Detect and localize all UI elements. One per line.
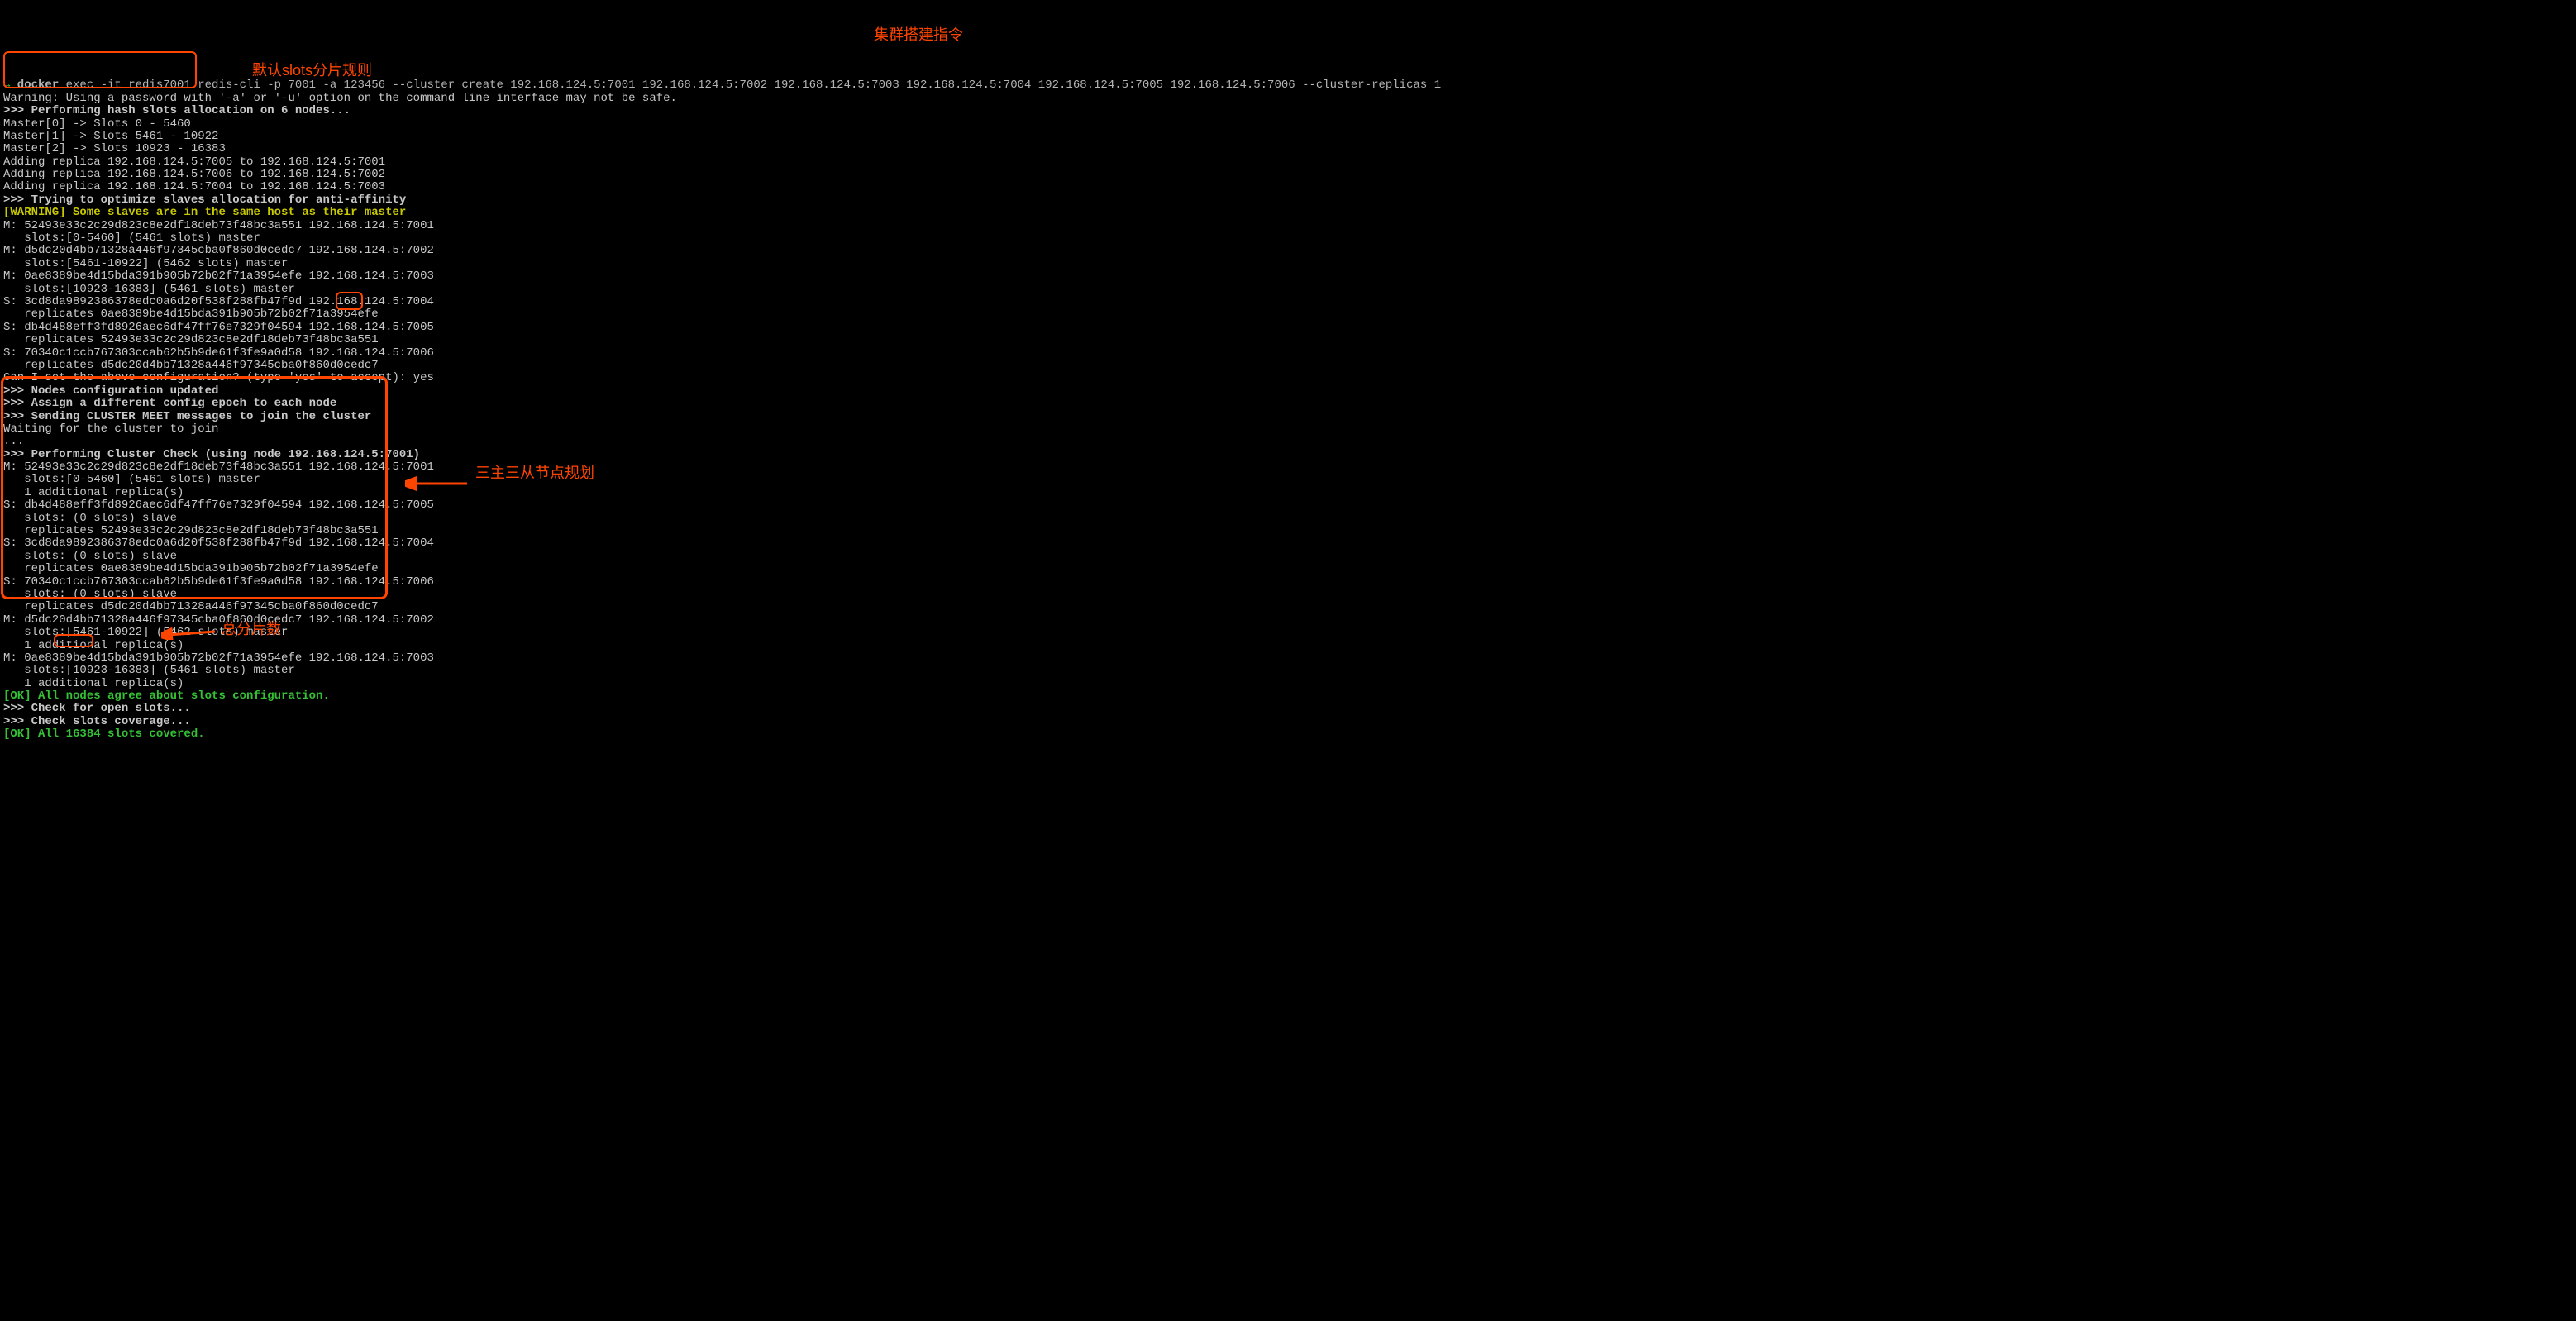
term-line-23: Can I set the above configuration? (type… (3, 372, 2573, 384)
term-line-13: M: d5dc20d4bb71328a446f97345cba0f860d0ce… (3, 245, 2573, 257)
term-line-48: [OK] All nodes agree about slots configu… (3, 690, 2573, 703)
box-slots-rules (3, 51, 197, 88)
annotation-master-slave: 三主三从节点规划 (475, 465, 594, 482)
term-line-21: S: 70340c1ccb767303ccab62b5b9de61f3fe9a0… (3, 347, 2573, 360)
term-line-30: M: 52493e33c2c29d823c8e2df18deb73f48bc3a… (3, 461, 2573, 474)
term-line-43: slots:[5461-10922] (5462 slots) master (3, 627, 2573, 639)
term-line-19: S: db4d488eff3fd8926aec6df47ff76e7329f04… (3, 322, 2573, 334)
term-line-31: slots:[0-5460] (5461 slots) master (3, 474, 2573, 486)
term-line-5: Master[2] -> Slots 10923 - 16383 (3, 143, 2573, 155)
term-line-34: slots: (0 slots) slave (3, 513, 2573, 525)
term-line-46: slots:[10923-16383] (5461 slots) master (3, 665, 2573, 677)
term-line-9: >>> Trying to optimize slaves allocation… (3, 194, 2573, 207)
annotation-total-shards: 总分片数 (222, 622, 281, 638)
box-cluster-check (1, 376, 388, 599)
term-line-32: 1 additional replica(s) (3, 487, 2573, 499)
term-line-7: Adding replica 192.168.124.5:7006 to 192… (3, 169, 2573, 181)
term-line-14: slots:[5461-10922] (5462 slots) master (3, 258, 2573, 270)
term-line-25: >>> Assign a different config epoch to e… (3, 398, 2573, 410)
term-line-2: >>> Performing hash slots allocation on … (3, 105, 2573, 117)
term-line-40: slots: (0 slots) slave (3, 589, 2573, 601)
box-yes-answer (336, 292, 363, 310)
arrow-total-shards (161, 623, 219, 640)
arrow-master-slave (405, 475, 471, 492)
term-line-33: S: db4d488eff3fd8926aec6df47ff76e7329f04… (3, 499, 2573, 512)
term-line-42: M: d5dc20d4bb71328a446f97345cba0f860d0ce… (3, 614, 2573, 627)
term-line-45: M: 0ae8389be4d15bda391b905b72b02f71a3954… (3, 652, 2573, 665)
term-line-1: Warning: Using a password with '-a' or '… (3, 93, 2573, 105)
term-line-12: slots:[0-5460] (5461 slots) master (3, 232, 2573, 245)
annotation-cluster-cmd: 集群搭建指令 (874, 27, 963, 44)
term-line-18: replicates 0ae8389be4d15bda391b905b72b02… (3, 308, 2573, 321)
terminal-output: → docker exec -it redis7001 redis-cli -p… (3, 55, 2573, 754)
term-line-10: [WARNING] Some slaves are in the same ho… (3, 207, 2573, 219)
term-line-38: replicates 0ae8389be4d15bda391b905b72b02… (3, 563, 2573, 575)
partial-top-line (3, 67, 2573, 79)
term-line-47: 1 additional replica(s) (3, 678, 2573, 690)
term-line-11: M: 52493e33c2c29d823c8e2df18deb73f48bc3a… (3, 220, 2573, 232)
term-line-22: replicates d5dc20d4bb71328a446f97345cba0… (3, 360, 2573, 372)
term-line-20: replicates 52493e33c2c29d823c8e2df18deb7… (3, 334, 2573, 346)
term-line-16: slots:[10923-16383] (5461 slots) master (3, 284, 2573, 296)
term-line-36: S: 3cd8da9892386378edc0a6d20f538f288fb47… (3, 537, 2573, 550)
term-line-49: >>> Check for open slots... (3, 703, 2573, 715)
term-line-44: 1 additional replica(s) (3, 640, 2573, 652)
term-line-27: Waiting for the cluster to join (3, 423, 2573, 436)
term-line-29: >>> Performing Cluster Check (using node… (3, 449, 2573, 461)
term-line-15: M: 0ae8389be4d15bda391b905b72b02f71a3954… (3, 270, 2573, 283)
term-line-39: S: 70340c1ccb767303ccab62b5b9de61f3fe9a0… (3, 576, 2573, 589)
term-line-4: Master[1] -> Slots 5461 - 10922 (3, 131, 2573, 143)
box-total-shards (54, 634, 93, 647)
term-line-50: >>> Check slots coverage... (3, 716, 2573, 728)
term-line-28: ... (3, 436, 2573, 448)
term-line-24: >>> Nodes configuration updated (3, 385, 2573, 398)
term-line-35: replicates 52493e33c2c29d823c8e2df18deb7… (3, 525, 2573, 537)
cmd-args: exec -it redis7001 redis-cli -p 7001 -a … (59, 79, 1441, 92)
term-line-6: Adding replica 192.168.124.5:7005 to 192… (3, 156, 2573, 169)
term-line-37: slots: (0 slots) slave (3, 551, 2573, 563)
annotation-default-slots: 默认slots分片规则 (252, 63, 372, 79)
term-line-3: Master[0] -> Slots 0 - 5460 (3, 118, 2573, 131)
term-line-8: Adding replica 192.168.124.5:7004 to 192… (3, 181, 2573, 193)
term-line-51: [OK] All 16384 slots covered. (3, 728, 2573, 741)
term-line-17: S: 3cd8da9892386378edc0a6d20f538f288fb47… (3, 296, 2573, 308)
term-line-41: replicates d5dc20d4bb71328a446f97345cba0… (3, 601, 2573, 613)
term-line-26: >>> Sending CLUSTER MEET messages to joi… (3, 411, 2573, 423)
command-line[interactable]: → docker exec -it redis7001 redis-cli -p… (3, 79, 2573, 92)
